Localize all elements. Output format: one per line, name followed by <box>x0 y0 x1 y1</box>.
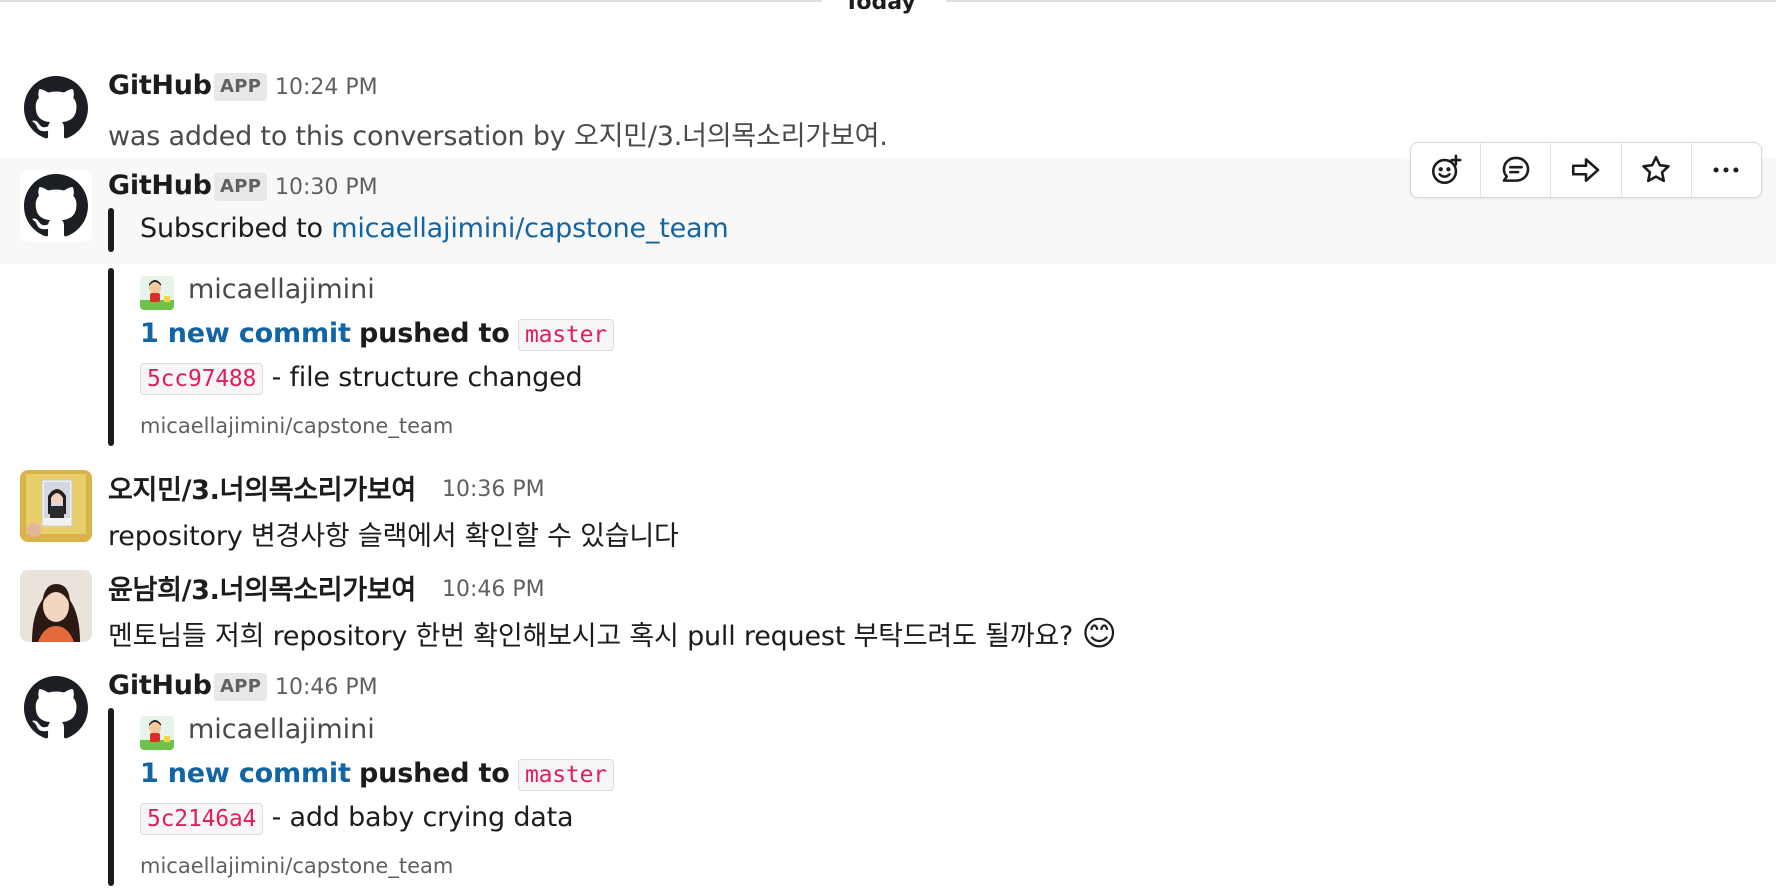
attachment-footer-repo[interactable]: micaellajimini/capstone_team <box>140 414 453 438</box>
more-actions-button[interactable] <box>1692 143 1761 197</box>
save-star-icon <box>1642 155 1670 183</box>
system-text-prefix: was added to this conversation by <box>108 121 574 152</box>
subscribe-text: Subscribed to micaellajimini/capstone_te… <box>140 213 729 244</box>
message-text: 멘토님들 저희 repository 한번 확인해보시고 혹시 pull req… <box>108 614 1117 654</box>
message-author[interactable]: 오지민/3.너의목소리가보여 <box>108 468 416 507</box>
share-message-button[interactable] <box>1551 143 1622 197</box>
commit-sha-link[interactable]: 5cc97488 <box>140 363 264 395</box>
commit-message: - add baby crying data <box>271 802 574 833</box>
commit-line: 5c2146a4 - add baby crying data <box>140 802 574 835</box>
commit-summary: 1 new commit pushed to master <box>140 758 614 791</box>
reply-thread-button[interactable] <box>1481 143 1552 197</box>
app-badge: APP <box>214 173 268 201</box>
github-avatar[interactable] <box>20 672 92 744</box>
app-badge: APP <box>214 673 268 701</box>
commit-count-link[interactable]: 1 new commit <box>140 318 351 349</box>
message-timestamp[interactable]: 10:36 PM <box>442 477 545 502</box>
divider-line-left <box>0 0 822 2</box>
github-logo-icon <box>24 76 88 139</box>
attachment-footer-repo[interactable]: micaellajimini/capstone_team <box>140 854 453 878</box>
message-author[interactable]: GitHub <box>108 170 212 201</box>
smiling-emoji-icon[interactable]: 😊 <box>1082 614 1117 654</box>
repo-link[interactable]: micaellajimini/capstone_team <box>331 213 728 244</box>
commit-summary: 1 new commit pushed to master <box>140 318 614 351</box>
branch-code: master <box>517 759 614 791</box>
github-avatar[interactable] <box>20 72 92 144</box>
day-divider-label[interactable]: Today <box>820 0 940 15</box>
message-timestamp[interactable]: 10:46 PM <box>275 675 378 700</box>
commit-sha-link[interactable]: 5c2146a4 <box>140 803 264 835</box>
pushed-to-label: pushed to <box>359 758 510 789</box>
divider-line-right <box>946 0 1776 2</box>
github-logo-icon <box>24 676 88 739</box>
message-body: 멘토님들 저희 repository 한번 확인해보시고 혹시 pull req… <box>108 621 1074 652</box>
attachment-bar <box>108 708 114 886</box>
save-message-button[interactable] <box>1622 143 1692 197</box>
add-reaction-icon <box>1431 154 1462 185</box>
subscribe-prefix: Subscribed to <box>140 213 332 244</box>
message-timestamp[interactable]: 10:24 PM <box>275 75 378 100</box>
message-timestamp[interactable]: 10:30 PM <box>275 175 378 200</box>
cartoon-avatar-icon <box>140 276 174 310</box>
attachment-bar <box>108 268 114 446</box>
user-avatar[interactable] <box>20 470 92 542</box>
add-reaction-button[interactable] <box>1411 143 1482 197</box>
commit-author-avatar[interactable] <box>140 276 174 310</box>
photo-avatar-icon <box>20 570 92 642</box>
reply-thread-icon <box>1502 156 1530 182</box>
user-avatar[interactable] <box>20 570 92 642</box>
commit-author-avatar[interactable] <box>140 716 174 750</box>
mentioned-user[interactable]: 오지민/3.너의목소리가보여 <box>574 121 880 152</box>
commit-author-name[interactable]: micaellajimini <box>188 714 375 745</box>
message-author[interactable]: GitHub <box>108 70 212 101</box>
commit-count-link[interactable]: 1 new commit <box>140 758 351 789</box>
github-logo-icon <box>24 174 88 237</box>
photo-avatar-icon <box>20 470 92 542</box>
app-badge: APP <box>214 73 268 101</box>
system-message-text: was added to this conversation by 오지민/3.… <box>108 114 888 153</box>
commit-line: 5cc97488 - file structure changed <box>140 362 583 395</box>
message-text: repository 변경사항 슬랙에서 확인할 수 있습니다 <box>108 521 679 552</box>
branch-code: master <box>517 319 614 351</box>
commit-message: - file structure changed <box>271 362 583 393</box>
message-actions-toolbar <box>1410 142 1762 198</box>
message-author[interactable]: 윤남희/3.너의목소리가보여 <box>108 568 416 607</box>
github-avatar[interactable] <box>20 170 92 242</box>
system-text-suffix: . <box>879 121 888 152</box>
pushed-to-label: pushed to <box>359 318 510 349</box>
cartoon-avatar-icon <box>140 716 174 750</box>
message-timestamp[interactable]: 10:46 PM <box>442 577 545 602</box>
message-author[interactable]: GitHub <box>108 670 212 701</box>
commit-author-name[interactable]: micaellajimini <box>188 274 375 305</box>
share-message-icon <box>1571 158 1600 182</box>
attachment-bar <box>108 208 114 252</box>
more-actions-icon <box>1713 167 1739 173</box>
